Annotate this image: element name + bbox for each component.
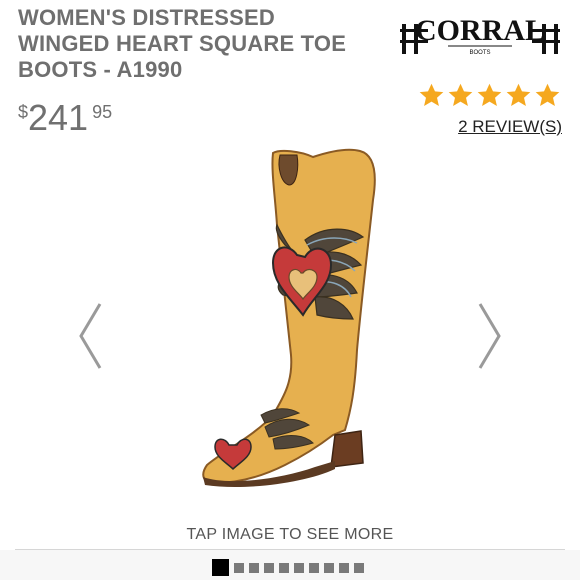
product-price: $241 95 bbox=[18, 100, 112, 136]
pagination-dot[interactable] bbox=[339, 562, 349, 573]
pagination-dot[interactable] bbox=[212, 559, 229, 576]
reviews-link[interactable]: 2 REVIEW(S) bbox=[458, 117, 562, 137]
gallery-caption: TAP IMAGE TO SEE MORE bbox=[186, 526, 394, 543]
pagination-dot[interactable] bbox=[279, 562, 289, 573]
pagination-dot[interactable] bbox=[264, 562, 274, 573]
chevron-left-icon[interactable] bbox=[76, 300, 106, 372]
logo-subtext: BOOTS bbox=[469, 50, 490, 56]
pagination-dot[interactable] bbox=[354, 562, 364, 573]
pagination-dot[interactable] bbox=[249, 562, 259, 573]
rating-stars bbox=[418, 82, 561, 112]
price-currency: $ bbox=[18, 102, 29, 122]
product-title-line: WOMEN'S DISTRESSED bbox=[18, 5, 275, 30]
product-title: WOMEN'S DISTRESSED WINGED HEART SQUARE T… bbox=[18, 5, 398, 83]
star-icon bbox=[419, 83, 444, 106]
logo-text: CORRAL bbox=[415, 14, 545, 47]
price-cents: 95 bbox=[92, 102, 113, 122]
gallery-pagination[interactable] bbox=[212, 559, 364, 576]
pagination-dot[interactable] bbox=[324, 562, 334, 573]
chevron-right-icon[interactable] bbox=[474, 300, 504, 372]
product-title-line: WINGED HEART SQUARE TOE bbox=[18, 31, 347, 56]
boot-image[interactable] bbox=[185, 145, 395, 500]
corral-boots-logo: CORRAL BOOTS bbox=[400, 14, 560, 56]
pagination-dot[interactable] bbox=[234, 562, 244, 573]
star-icon bbox=[477, 83, 502, 106]
star-icon bbox=[535, 83, 560, 106]
image-carousel[interactable] bbox=[0, 145, 580, 525]
price-dollars: 241 bbox=[28, 97, 89, 138]
pagination-dot[interactable] bbox=[309, 562, 319, 573]
product-title-line: BOOTS - A1990 bbox=[18, 57, 183, 82]
pagination-dot[interactable] bbox=[294, 562, 304, 573]
star-icon bbox=[506, 83, 531, 106]
star-icon bbox=[448, 83, 473, 106]
